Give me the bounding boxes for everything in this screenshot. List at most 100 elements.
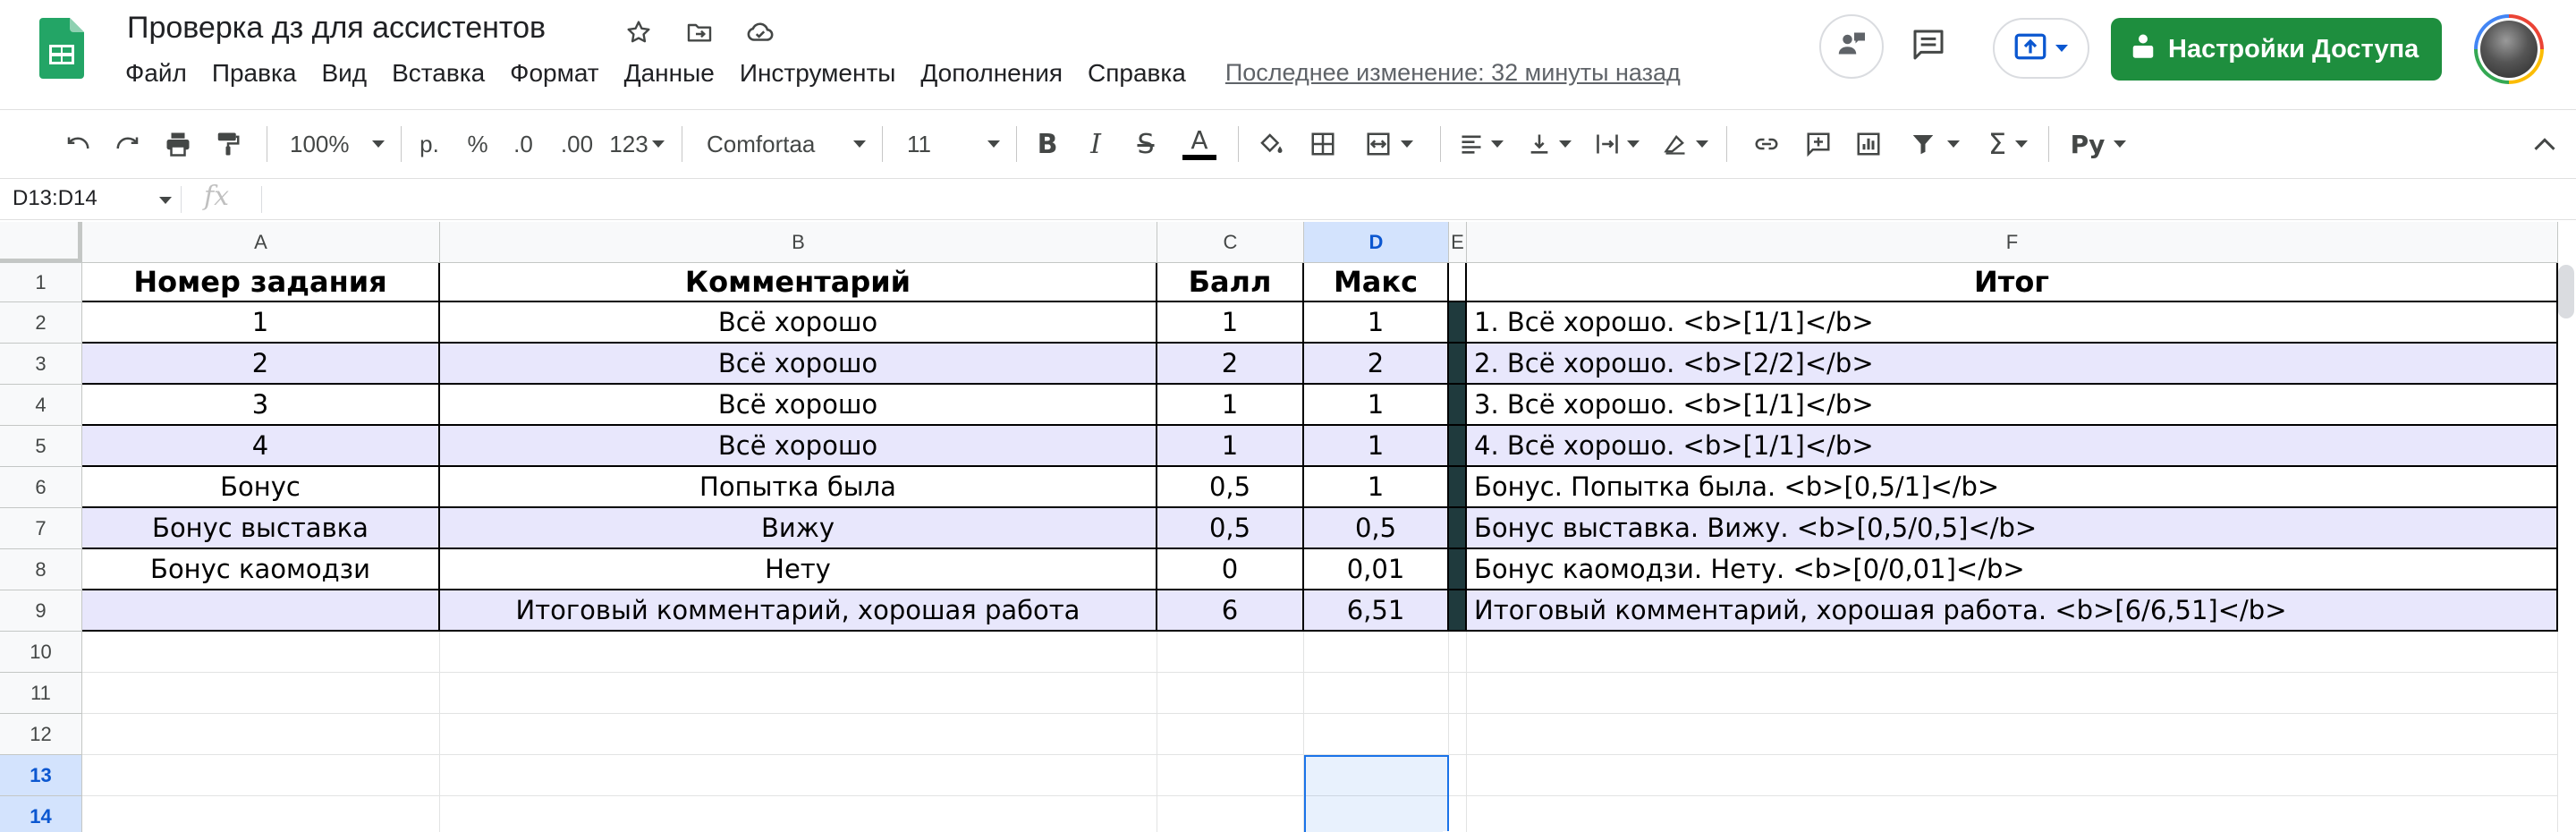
column-header-c[interactable]: C	[1157, 222, 1304, 263]
cell-a9[interactable]	[82, 590, 440, 632]
cell-d8[interactable]: 0,01	[1304, 549, 1449, 590]
cell-e9[interactable]	[1449, 590, 1467, 632]
cell-e12[interactable]	[1449, 714, 1467, 755]
cell-c10[interactable]	[1157, 632, 1304, 673]
input-tools-icon[interactable]: Ру	[2066, 110, 2131, 178]
decrease-decimal-button[interactable]: .0	[504, 110, 542, 178]
cell-a12[interactable]	[82, 714, 440, 755]
cell-d11[interactable]	[1304, 673, 1449, 714]
name-box[interactable]: D13:D14	[13, 186, 97, 211]
cell-a6[interactable]: Бонус	[82, 467, 440, 508]
row-header-2[interactable]: 2	[0, 302, 82, 344]
row-header-3[interactable]: 3	[0, 344, 82, 385]
text-rotation-icon[interactable]	[1657, 110, 1714, 178]
present-button[interactable]	[1993, 18, 2089, 79]
cell-f2[interactable]: 1. Всё хорошо. <b>[1/1]</b>	[1467, 302, 2558, 344]
cell-e1[interactable]	[1449, 263, 1467, 302]
merge-cells-icon[interactable]	[1354, 110, 1424, 178]
cloud-saved-icon[interactable]	[742, 14, 778, 50]
formula-input[interactable]	[274, 184, 2567, 215]
column-header-b[interactable]: B	[440, 222, 1157, 263]
cell-c9[interactable]: 6	[1157, 590, 1304, 632]
cell-f3[interactable]: 2. Всё хорошо. <b>[2/2]</b>	[1467, 344, 2558, 385]
chevron-down-icon[interactable]	[159, 197, 172, 204]
cell-e13[interactable]	[1449, 755, 1467, 796]
cell-a2[interactable]: 1	[82, 302, 440, 344]
font-size-select[interactable]: 11	[898, 110, 1005, 178]
row-header-9[interactable]: 9	[0, 590, 82, 632]
cell-a3[interactable]: 2	[82, 344, 440, 385]
cell-d4[interactable]: 1	[1304, 385, 1449, 426]
move-to-folder-icon[interactable]	[682, 14, 717, 50]
cell-f14[interactable]	[1467, 796, 2558, 832]
increase-decimal-button[interactable]: .00	[553, 110, 601, 178]
row-header-11[interactable]: 11	[0, 673, 82, 714]
format-percent-button[interactable]: %	[460, 110, 496, 178]
cell-e10[interactable]	[1449, 632, 1467, 673]
italic-icon[interactable]: I	[1077, 110, 1114, 178]
cell-f5[interactable]: 4. Всё хорошо. <b>[1/1]</b>	[1467, 426, 2558, 467]
text-color-icon[interactable]: A	[1179, 110, 1220, 178]
menu-edit[interactable]: Правка	[212, 59, 297, 88]
row-header-13[interactable]: 13	[0, 755, 82, 796]
cell-f8[interactable]: Бонус каомодзи. Нету. <b>[0/0,01]</b>	[1467, 549, 2558, 590]
cell-e2[interactable]	[1449, 302, 1467, 344]
cell-c3[interactable]: 2	[1157, 344, 1304, 385]
cell-a13[interactable]	[82, 755, 440, 796]
more-formats-select[interactable]: 123	[605, 110, 669, 178]
paint-format-icon[interactable]	[208, 110, 249, 178]
insert-link-icon[interactable]	[1746, 110, 1787, 178]
row-header-5[interactable]: 5	[0, 426, 82, 467]
share-button[interactable]: Настройки Доступа	[2111, 18, 2443, 81]
functions-icon[interactable]: Σ	[1979, 110, 2038, 178]
vertical-align-icon[interactable]	[1521, 110, 1578, 178]
cell-d2[interactable]: 1	[1304, 302, 1449, 344]
insert-comment-icon[interactable]	[1798, 110, 1839, 178]
cell-c8[interactable]: 0	[1157, 549, 1304, 590]
cell-c13[interactable]	[1157, 755, 1304, 796]
select-all-corner[interactable]	[0, 222, 82, 263]
menu-view[interactable]: Вид	[321, 59, 367, 88]
selection-range[interactable]	[1304, 755, 1449, 832]
cell-f11[interactable]	[1467, 673, 2558, 714]
menu-data[interactable]: Данные	[624, 59, 715, 88]
comment-history-icon[interactable]	[1911, 27, 1946, 63]
document-title[interactable]: Проверка дз для ассистентов	[127, 11, 546, 46]
column-header-a[interactable]: A	[82, 222, 440, 263]
sheet-grid[interactable]: A B C D E F 1 2 3 4 5 6 7 8 9 10 11 12 13 14 Номер задания Ко…	[0, 222, 2576, 832]
print-icon[interactable]	[157, 110, 199, 178]
cell-b6[interactable]: Попытка была	[440, 467, 1157, 508]
cell-c7[interactable]: 0,5	[1157, 508, 1304, 549]
menu-tools[interactable]: Инструменты	[740, 59, 896, 88]
column-header-f[interactable]: F	[1467, 222, 2558, 263]
cell-d12[interactable]	[1304, 714, 1449, 755]
cell-c6[interactable]: 0,5	[1157, 467, 1304, 508]
cell-c4[interactable]: 1	[1157, 385, 1304, 426]
row-header-12[interactable]: 12	[0, 714, 82, 755]
menu-insert[interactable]: Вставка	[392, 59, 485, 88]
cell-d10[interactable]	[1304, 632, 1449, 673]
cell-b1[interactable]: Комментарий	[440, 263, 1157, 302]
star-icon[interactable]	[621, 14, 657, 50]
cell-e14[interactable]	[1449, 796, 1467, 832]
filter-icon[interactable]	[1900, 110, 1970, 178]
cell-f9[interactable]: Итоговый комментарий, хорошая работа. <b…	[1467, 590, 2558, 632]
row-header-6[interactable]: 6	[0, 467, 82, 508]
cell-c11[interactable]	[1157, 673, 1304, 714]
cell-a11[interactable]	[82, 673, 440, 714]
cell-a8[interactable]: Бонус каомодзи	[82, 549, 440, 590]
borders-icon[interactable]	[1302, 110, 1343, 178]
cell-a14[interactable]	[82, 796, 440, 832]
row-header-8[interactable]: 8	[0, 549, 82, 590]
cell-b4[interactable]: Всё хорошо	[440, 385, 1157, 426]
cell-f7[interactable]: Бонус выставка. Вижу. <b>[0,5/0,5]</b>	[1467, 508, 2558, 549]
cell-c2[interactable]: 1	[1157, 302, 1304, 344]
cell-b13[interactable]	[440, 755, 1157, 796]
cell-a10[interactable]	[82, 632, 440, 673]
horizontal-align-icon[interactable]	[1453, 110, 1510, 178]
cell-b9[interactable]: Итоговый комментарий, хорошая работа	[440, 590, 1157, 632]
cell-e7[interactable]	[1449, 508, 1467, 549]
menu-format[interactable]: Формат	[510, 59, 598, 88]
undo-icon[interactable]	[57, 110, 98, 178]
cell-a4[interactable]: 3	[82, 385, 440, 426]
